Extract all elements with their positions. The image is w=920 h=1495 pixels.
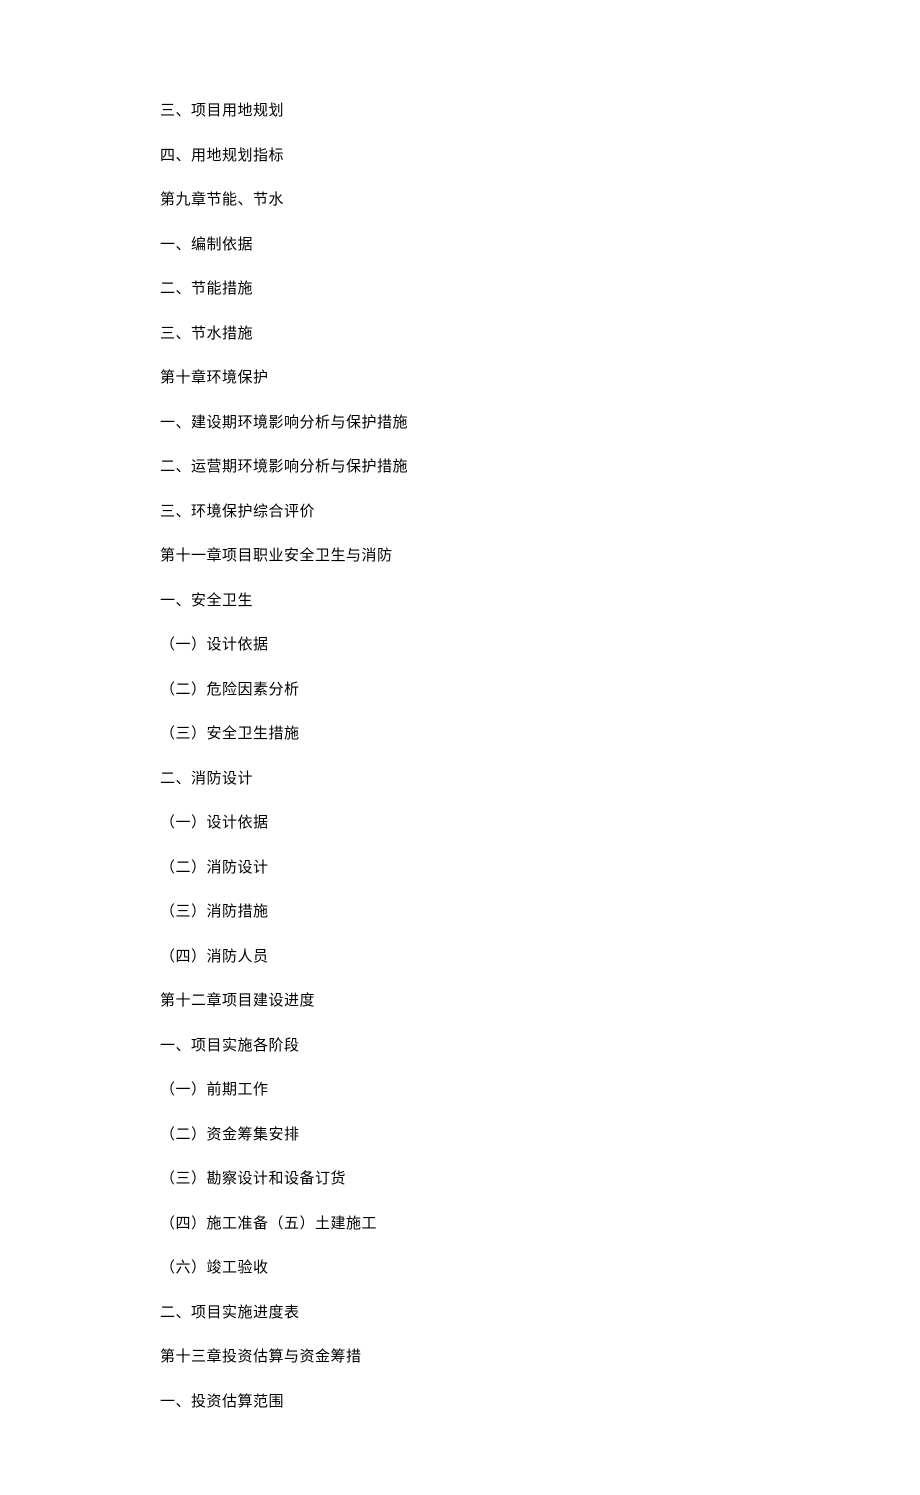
- toc-line: 二、运营期环境影响分析与保护措施: [160, 456, 760, 479]
- toc-line: （一）前期工作: [160, 1079, 760, 1102]
- toc-line: 二、节能措施: [160, 278, 760, 301]
- toc-line: （四）施工准备（五）土建施工: [160, 1213, 760, 1236]
- toc-line: （三）安全卫生措施: [160, 723, 760, 746]
- toc-line: 一、建设期环境影响分析与保护措施: [160, 412, 760, 435]
- page-content: 三、项目用地规划 四、用地规划指标 第九章节能、节水 一、编制依据 二、节能措施…: [0, 0, 920, 1495]
- toc-line: 四、用地规划指标: [160, 145, 760, 168]
- toc-line: （三）消防措施: [160, 901, 760, 924]
- toc-line: （二）消防设计: [160, 857, 760, 880]
- toc-line: （三）勘察设计和设备订货: [160, 1168, 760, 1191]
- toc-line: 三、项目用地规划: [160, 100, 760, 123]
- toc-line: 二、项目实施进度表: [160, 1302, 760, 1325]
- toc-line: 第十二章项目建设进度: [160, 990, 760, 1013]
- toc-line: （一）设计依据: [160, 634, 760, 657]
- toc-line: 一、项目实施各阶段: [160, 1035, 760, 1058]
- toc-line: （六）竣工验收: [160, 1257, 760, 1280]
- toc-line: 一、编制依据: [160, 234, 760, 257]
- toc-line: （一）设计依据: [160, 812, 760, 835]
- toc-line: （二）危险因素分析: [160, 679, 760, 702]
- toc-line: 第九章节能、节水: [160, 189, 760, 212]
- toc-line: 第十三章投资估算与资金筹措: [160, 1346, 760, 1369]
- toc-line: （四）消防人员: [160, 946, 760, 969]
- toc-line: 第十章环境保护: [160, 367, 760, 390]
- toc-line: 一、安全卫生: [160, 590, 760, 613]
- toc-line: 三、环境保护综合评价: [160, 501, 760, 524]
- toc-line: 二、消防设计: [160, 768, 760, 791]
- toc-line: 第十一章项目职业安全卫生与消防: [160, 545, 760, 568]
- toc-line: 三、节水措施: [160, 323, 760, 346]
- toc-line: （二）资金筹集安排: [160, 1124, 760, 1147]
- toc-line: 一、投资估算范围: [160, 1391, 760, 1414]
